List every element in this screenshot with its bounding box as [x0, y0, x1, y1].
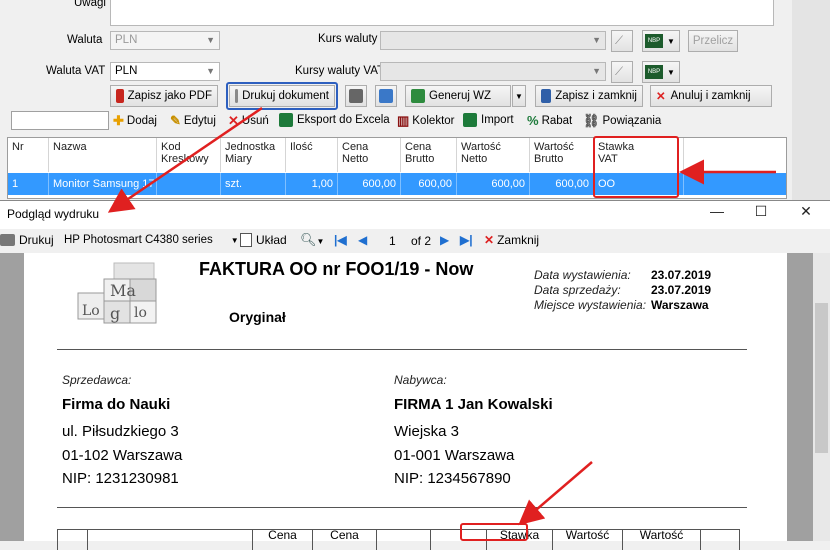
arrow-to-preview [107, 106, 263, 213]
arrow-to-vat-header [518, 461, 593, 526]
annotation-arrows [107, 106, 776, 526]
